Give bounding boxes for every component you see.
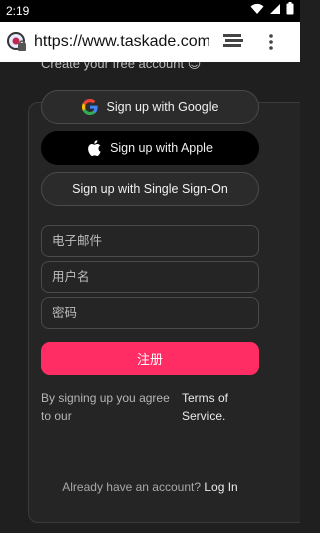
login-prompt-line: Already have an account? Log In [0, 480, 300, 494]
terms-of-service-link[interactable]: Terms of Service. [182, 389, 242, 425]
sso-signup-label: Sign up with Single Sign-On [72, 182, 228, 196]
register-button[interactable]: 注册 [41, 342, 259, 375]
status-bar: 2:19 [0, 0, 300, 22]
page-content: Create your free account 😊 Sign up with … [0, 62, 300, 533]
browser-toolbar: https://www.taskade.com [0, 22, 300, 62]
sso-signup-button[interactable]: Sign up with Single Sign-On [41, 172, 259, 206]
apple-icon [87, 140, 101, 156]
username-field[interactable] [41, 261, 259, 293]
signup-subtitle: Create your free account 😊 [41, 62, 202, 71]
login-prompt-text: Already have an account? [62, 480, 202, 494]
email-field[interactable] [41, 225, 259, 257]
tabs-icon[interactable] [221, 30, 245, 54]
apple-signup-button[interactable]: Sign up with Apple [41, 131, 259, 165]
site-icon[interactable] [6, 31, 28, 53]
agree-text: By signing up you agree to our [41, 391, 170, 423]
signal-icon [269, 2, 281, 20]
password-field[interactable] [41, 297, 259, 329]
google-signup-label: Sign up with Google [106, 100, 219, 114]
wifi-icon [250, 2, 264, 20]
login-link[interactable]: Log In [204, 480, 237, 494]
overflow-menu-icon[interactable] [265, 30, 277, 54]
status-time: 2:19 [6, 4, 30, 18]
status-icons [250, 2, 294, 20]
google-signup-button[interactable]: Sign up with Google [41, 90, 259, 124]
apple-signup-label: Sign up with Apple [110, 141, 213, 155]
google-icon [81, 99, 98, 115]
url-field[interactable]: https://www.taskade.com [34, 33, 209, 51]
battery-icon [286, 2, 294, 20]
